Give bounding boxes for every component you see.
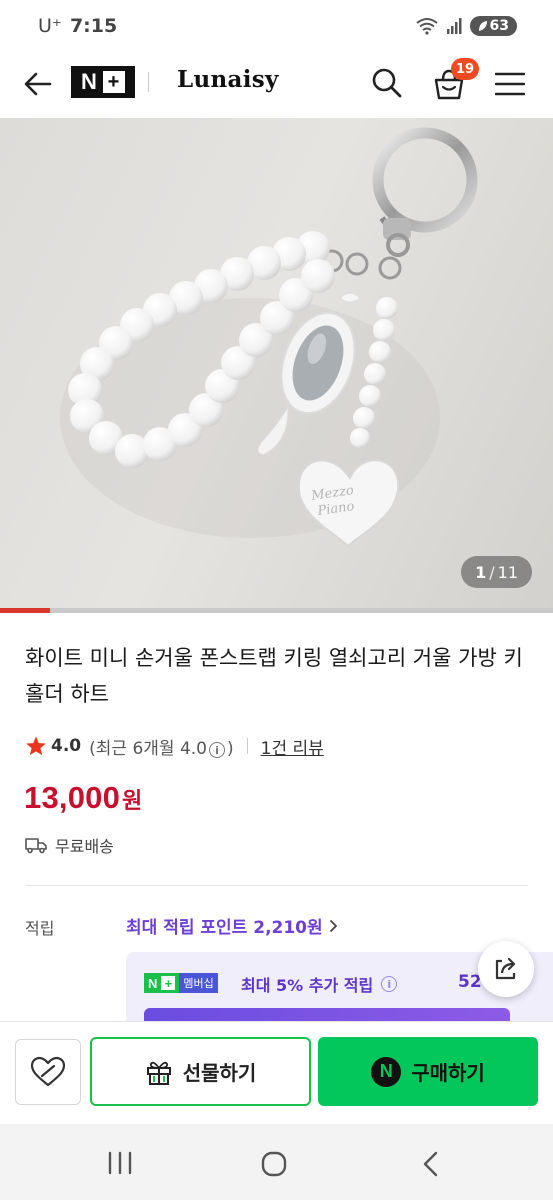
truck-icon (25, 838, 47, 854)
signal-icon (446, 18, 462, 34)
nplus-badge-plus: + (161, 976, 176, 990)
membership-badge-label: 멤버십 (179, 973, 218, 993)
search-button[interactable] (366, 62, 408, 104)
section-divider (25, 885, 528, 886)
menu-button[interactable] (490, 64, 530, 104)
gallery-progress-bar (0, 608, 553, 613)
shipping-label: 무료배송 (55, 837, 114, 856)
chevron-right-icon (329, 919, 337, 932)
wifi-icon (415, 18, 438, 35)
share-button[interactable] (478, 941, 534, 997)
home-icon (261, 1151, 287, 1177)
chevron-left-icon (423, 1151, 438, 1177)
shipping-info: 무료배송 (25, 833, 114, 857)
gift-button[interactable]: 선물하기 (90, 1037, 311, 1106)
battery-leaf-icon (478, 21, 487, 31)
image-counter-total: 11 (497, 562, 518, 582)
product-title: 화이트 미니 손거울 폰스트랩 키링 열쇠고리 거울 가방 키홀더 하트 (25, 646, 523, 706)
membership-info-icon[interactable]: i (381, 976, 398, 992)
carrier-label: U⁺ (38, 15, 62, 37)
app-header: N + Lunaisy 19 (0, 52, 553, 118)
gallery-progress-fill (0, 608, 51, 613)
nplus-badge: N + (144, 973, 180, 993)
store-name[interactable]: Lunaisy (177, 66, 279, 93)
buy-button-label: 구매하기 (411, 1061, 485, 1085)
buy-button[interactable]: N 구매하기 (318, 1037, 538, 1106)
image-counter-current: 1 (475, 562, 487, 582)
status-icons: 63 (415, 16, 517, 36)
naver-pay-icon: N (371, 1056, 402, 1087)
recent-rating-close: ) (226, 738, 234, 759)
wishlist-button[interactable] (15, 1039, 81, 1105)
heart-icon (30, 1056, 66, 1087)
naver-plus-logo[interactable]: N + (71, 66, 135, 98)
product-price: 13,000 원 (24, 780, 142, 816)
recent-apps-icon (108, 1151, 132, 1175)
back-button[interactable] (18, 64, 58, 104)
search-icon (372, 68, 402, 98)
max-points-link[interactable]: 최대 적립 포인트 2,210원 (126, 913, 338, 938)
rating-row: 4.0 (최근 6개월 4.0 i) 1건 리뷰 (25, 734, 324, 759)
share-icon (495, 957, 516, 980)
image-counter: 1 / 11 (461, 556, 532, 588)
status-time: 7:15 (69, 15, 118, 37)
nav-back-button[interactable] (416, 1150, 444, 1178)
logo-plus: + (102, 71, 125, 93)
arrow-left-icon (24, 72, 52, 96)
price-currency: 원 (122, 789, 143, 814)
recent-rating-text: (최근 6개월 4.0 (89, 738, 207, 759)
system-nav-bar (0, 1124, 553, 1200)
gift-button-label: 선물하기 (182, 1061, 257, 1085)
gift-icon (146, 1061, 171, 1085)
battery-level: 63 (489, 18, 509, 34)
max-points-text: 최대 적립 포인트 2,210원 (126, 918, 323, 938)
logo-letter: N (81, 69, 98, 94)
rating-score: 4.0 (51, 736, 82, 756)
recent-rating: (최근 6개월 4.0 i) (89, 734, 234, 759)
product-photo: Mezzo Piano (60, 127, 478, 548)
home-button[interactable] (259, 1149, 289, 1179)
membership-badge: N + 멤버십 (144, 972, 218, 994)
membership-bonus-label: 최대 5% 추가 적립 (241, 976, 374, 995)
header-divider (148, 72, 149, 92)
cart-count-badge: 19 (451, 58, 480, 80)
info-icon[interactable]: i (208, 742, 225, 758)
nplus-badge-letter: N (148, 975, 158, 991)
review-count-link[interactable]: 1건 리뷰 (261, 734, 324, 759)
status-bar: U⁺ 7:15 63 (0, 0, 553, 52)
membership-bonus-text: 최대 5% 추가 적립 i (241, 972, 399, 996)
rating-divider (246, 738, 248, 754)
points-label: 적립 (25, 919, 55, 938)
star-icon (26, 736, 46, 756)
hamburger-menu-icon (495, 72, 525, 96)
battery-indicator: 63 (469, 16, 517, 36)
product-image[interactable]: Mezzo Piano 1 / 11 (0, 118, 553, 610)
price-amount: 13,000 (24, 780, 121, 815)
image-counter-separator: / (489, 562, 495, 582)
purchase-action-bar: 선물하기 N 구매하기 (0, 1021, 553, 1124)
recent-apps-button[interactable] (106, 1150, 134, 1176)
